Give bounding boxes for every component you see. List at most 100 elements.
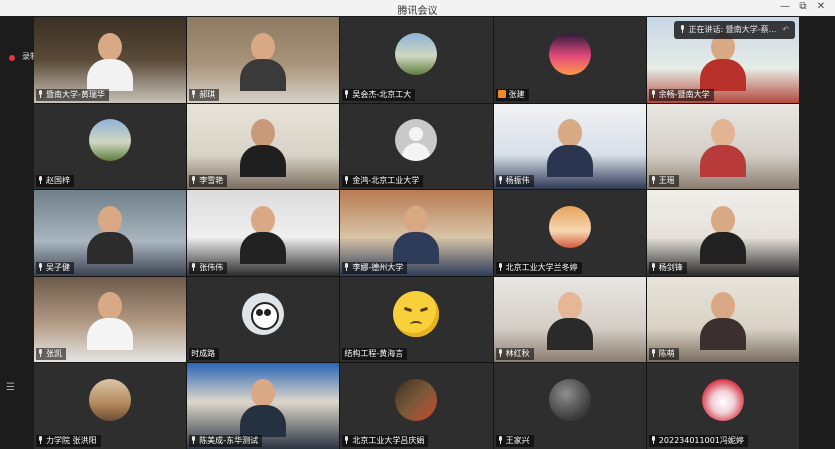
user-icon <box>497 89 506 98</box>
video-tile[interactable]: 202234011001冯妮婷 <box>646 363 799 449</box>
participant-name: 赵国梓 <box>46 176 70 186</box>
video-tile[interactable]: 张建 <box>493 17 646 103</box>
participant-nametag: 时成路 <box>189 348 220 361</box>
mic-icon <box>38 262 43 271</box>
participant-nametag: 北京工业大学兰冬婷 <box>495 261 582 274</box>
video-tile[interactable]: 金鸿-北京工业大学 <box>340 103 493 190</box>
video-tile[interactable]: 李娜-德州大学 <box>340 190 493 276</box>
participant-video <box>546 292 593 351</box>
participant-video <box>699 119 746 178</box>
video-tile[interactable]: 郝琪 <box>187 17 340 103</box>
participant-avatar <box>395 379 438 422</box>
video-tile[interactable]: 暨南大学-黄瑞华 <box>34 17 187 103</box>
mic-icon <box>344 176 349 185</box>
video-tile[interactable]: 林红秋 <box>493 276 646 363</box>
participant-nametag: 张建 <box>495 88 529 101</box>
video-grid: 暨南大学-黄瑞华 郝琪 吴会杰-北京工大 张建 正在讲话: 暨南大学-蔡... ↶… <box>34 17 799 449</box>
mic-icon <box>498 262 503 271</box>
participant-avatar <box>89 119 132 162</box>
maximize-icon[interactable]: ⧉ <box>796 1 810 12</box>
participant-nametag: 吴会杰-北京工大 <box>342 88 416 101</box>
participant-nametag: 吴子健 <box>36 261 74 274</box>
mic-icon <box>680 25 685 33</box>
pin-icon[interactable]: ↶ <box>782 25 789 34</box>
mic-icon <box>344 89 349 98</box>
mic-icon <box>498 349 503 358</box>
speaking-label: 正在讲话: 暨南大学-蔡... <box>688 25 777 34</box>
participant-avatar <box>242 292 285 335</box>
participant-name: 郝琪 <box>199 89 216 99</box>
video-tile[interactable]: 赵国梓 <box>34 103 187 190</box>
participant-nametag: 李雪艳 <box>189 175 228 188</box>
participant-avatar <box>548 205 591 248</box>
video-tile[interactable]: 吴会杰-北京工大 <box>340 17 493 103</box>
video-tile[interactable]: 吴子健 <box>34 190 187 276</box>
video-tile[interactable]: 王家兴 <box>493 363 646 449</box>
video-tile[interactable]: 王瑶 <box>646 103 799 190</box>
participant-nametag: 王家兴 <box>495 434 534 447</box>
mic-icon <box>651 262 656 271</box>
participant-video <box>393 205 440 264</box>
video-tile[interactable]: 杨剑锋 <box>646 190 799 276</box>
participant-video <box>240 205 287 264</box>
participant-nametag: 陈美成-东华测试 <box>189 434 263 447</box>
participant-name: 陈萌 <box>658 349 675 359</box>
participant-name: 金鸿-北京工业大学 <box>352 176 420 186</box>
participant-nametag: 杨振伟 <box>495 175 534 188</box>
mic-icon <box>191 89 196 98</box>
participant-name: 王瑶 <box>658 176 675 186</box>
video-tile[interactable]: 杨振伟 <box>493 103 646 190</box>
video-tile[interactable]: 时成路 <box>187 276 340 363</box>
participant-name: 张凯 <box>46 349 62 359</box>
participant-name: 王家兴 <box>505 435 530 445</box>
participant-nametag: 张凯 <box>36 348 66 361</box>
participant-name: 余畅-暨南大学 <box>658 89 710 99</box>
mic-icon <box>38 349 43 358</box>
video-tile[interactable]: 正在讲话: 暨南大学-蔡... ↶ 余畅-暨南大学 <box>646 17 799 103</box>
participant-nametag: 李娜-德州大学 <box>342 261 408 274</box>
video-tile[interactable]: 张凯 <box>34 276 187 363</box>
close-icon[interactable]: ✕ <box>814 1 828 12</box>
participant-video <box>699 32 746 91</box>
speaking-indicator[interactable]: 正在讲话: 暨南大学-蔡... ↶ <box>673 21 795 39</box>
app-title: 腾讯会议 <box>397 6 438 17</box>
participant-avatar <box>548 379 591 422</box>
participant-nametag: 金鸿-北京工业大学 <box>342 175 424 188</box>
menu-icon[interactable]: ☰ <box>6 382 15 393</box>
participant-video <box>240 32 287 91</box>
video-tile[interactable]: 张伟伟 <box>187 190 340 276</box>
mic-icon <box>651 349 656 358</box>
video-tile[interactable]: 北京工业大学兰冬婷 <box>493 190 646 276</box>
participant-avatar <box>89 379 132 422</box>
participant-name: 陈美成-东华测试 <box>199 435 259 445</box>
participant-video <box>87 205 134 264</box>
mic-icon <box>191 435 196 444</box>
participant-nametag: 北京工业大学吕庆娟 <box>342 434 429 447</box>
participant-name: 北京工业大学兰冬婷 <box>505 262 578 272</box>
mic-icon <box>651 435 656 444</box>
mic-icon <box>38 89 43 98</box>
mic-icon <box>344 262 349 271</box>
video-tile[interactable]: 力学院 张洪阳 <box>34 363 187 449</box>
mic-icon <box>191 262 196 271</box>
mic-icon <box>191 176 196 185</box>
video-tile[interactable]: 李雪艳 <box>187 103 340 190</box>
participant-name: 杨剑锋 <box>658 262 683 272</box>
participant-nametag: 张伟伟 <box>189 261 228 274</box>
participant-name: 林红秋 <box>505 349 530 359</box>
participant-name: 暨南大学-黄瑞华 <box>46 89 105 99</box>
video-tile[interactable]: 陈美成-东华测试 <box>187 363 340 449</box>
minimize-icon[interactable]: — <box>778 1 792 12</box>
mic-icon <box>651 89 656 98</box>
video-tile[interactable]: 北京工业大学吕庆娟 <box>340 363 493 449</box>
video-tile[interactable]: 结构工程-黄海言 <box>340 276 493 363</box>
participant-nametag: 结构工程-黄海言 <box>342 348 408 361</box>
participant-nametag: 暨南大学-黄瑞华 <box>36 88 109 101</box>
recording-dot-icon <box>9 55 15 61</box>
mic-icon <box>344 435 349 444</box>
participant-avatar <box>548 32 591 75</box>
participant-name: 结构工程-黄海言 <box>344 349 404 359</box>
mic-icon <box>498 176 503 185</box>
video-tile[interactable]: 陈萌 <box>646 276 799 363</box>
participant-video <box>87 32 134 91</box>
